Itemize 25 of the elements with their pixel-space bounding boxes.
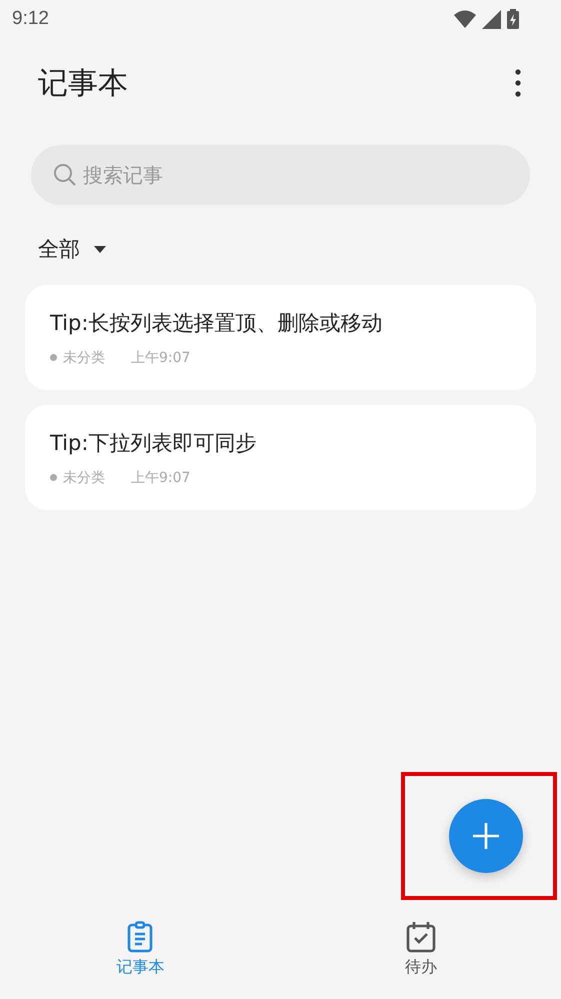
category-dot: [50, 474, 57, 481]
battery-icon: [507, 9, 519, 29]
note-time: 上午9:07: [131, 348, 190, 366]
signal-icon: [482, 10, 501, 28]
search-icon: [53, 163, 77, 187]
note-title: Tip:长按列表选择置顶、删除或移动: [50, 310, 384, 336]
note-card[interactable]: Tip:长按列表选择置顶、删除或移动 未分类 上午9:07: [25, 285, 536, 390]
caret-icon: [94, 246, 106, 252]
clipboard-icon: [127, 921, 154, 953]
note-time: 上午9:07: [131, 468, 190, 486]
status-time: 9:12: [12, 8, 49, 30]
more-icon[interactable]: [515, 69, 521, 97]
wifi-icon: [454, 10, 476, 28]
nav-tab[interactable]: 待办: [280, 915, 561, 999]
note-card[interactable]: Tip:下拉列表即可同步 未分类 上午9:07: [25, 405, 536, 510]
plus-icon: [473, 823, 499, 849]
add-button[interactable]: [449, 799, 523, 873]
note-category: 未分类: [63, 348, 105, 366]
note-category: 未分类: [63, 468, 105, 486]
category-dropdown[interactable]: 全部: [38, 235, 106, 263]
note-title: Tip:下拉列表即可同步: [50, 430, 258, 456]
category-dot: [50, 354, 57, 361]
calendar-check-icon: [406, 921, 436, 953]
search-field[interactable]: 搜索记事: [31, 145, 530, 205]
app-title: 记事本: [38, 64, 128, 102]
